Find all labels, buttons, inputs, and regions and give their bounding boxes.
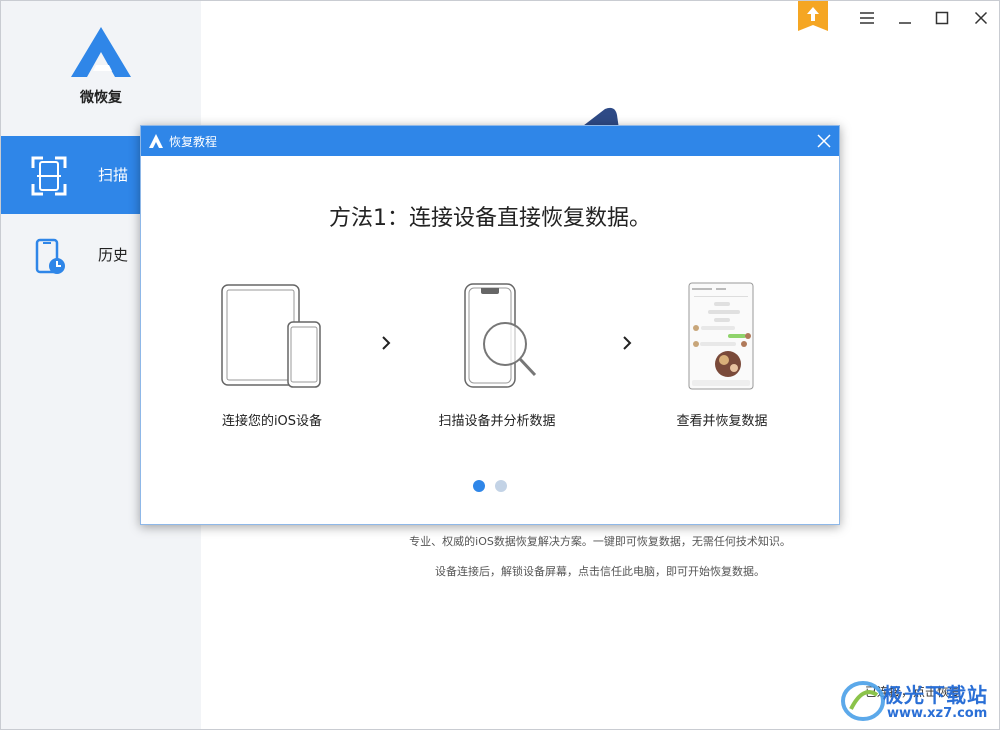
step-label: 查看并恢复数据 — [676, 414, 768, 429]
watermark-url: www.xz7.com — [887, 706, 988, 721]
step-label: 连接您的iOS设备 — [221, 414, 323, 429]
recovery-tutorial-dialog: 恢复教程 方法1：连接设备直接恢复数据。 连接您的iOS设备 扫描设备并分析数据 — [140, 125, 840, 525]
sidebar-item-label: 历史 — [98, 246, 129, 264]
info-line-1: 专业、权威的iOS数据恢复解决方案。一键即可恢复数据，无需任何技术知识。 — [409, 535, 791, 548]
chevron-right-icon — [623, 336, 632, 350]
info-line-2: 设备连接后，解锁设备屏幕，点击信任此电脑，即可开始恢复数据。 — [435, 565, 765, 578]
sidebar-item-label: 扫描 — [98, 166, 129, 184]
chevron-right-icon — [382, 336, 391, 350]
menu-icon — [860, 12, 874, 24]
app-logo-icon — [71, 27, 131, 77]
scan-icon — [31, 156, 67, 196]
close-button[interactable] — [970, 7, 992, 29]
maximize-button[interactable] — [931, 7, 953, 29]
page-dot-1[interactable] — [473, 480, 485, 492]
phone-search-icon — [464, 283, 537, 388]
app-name: 微恢复 — [80, 90, 122, 106]
close-icon — [974, 11, 988, 25]
watermark-text: 极光下载站 — [883, 683, 988, 707]
step-label: 扫描设备并分析数据 — [438, 414, 556, 429]
menu-button[interactable] — [856, 7, 878, 29]
close-icon[interactable] — [815, 132, 833, 150]
page-dot-2[interactable] — [495, 480, 507, 492]
minimize-button[interactable] — [894, 7, 916, 29]
maximize-icon — [935, 11, 949, 25]
dialog-title: 恢复教程 — [169, 135, 218, 149]
phone-chat-icon — [688, 282, 754, 390]
method-heading: 方法1：连接设备直接恢复数据。 — [329, 206, 651, 231]
history-icon — [35, 238, 65, 274]
dialog-header: 恢复教程 — [141, 126, 839, 156]
minimize-icon — [899, 22, 911, 24]
devices-icon — [221, 284, 321, 388]
app-logo-icon — [149, 134, 163, 148]
upload-icon[interactable] — [798, 1, 828, 31]
